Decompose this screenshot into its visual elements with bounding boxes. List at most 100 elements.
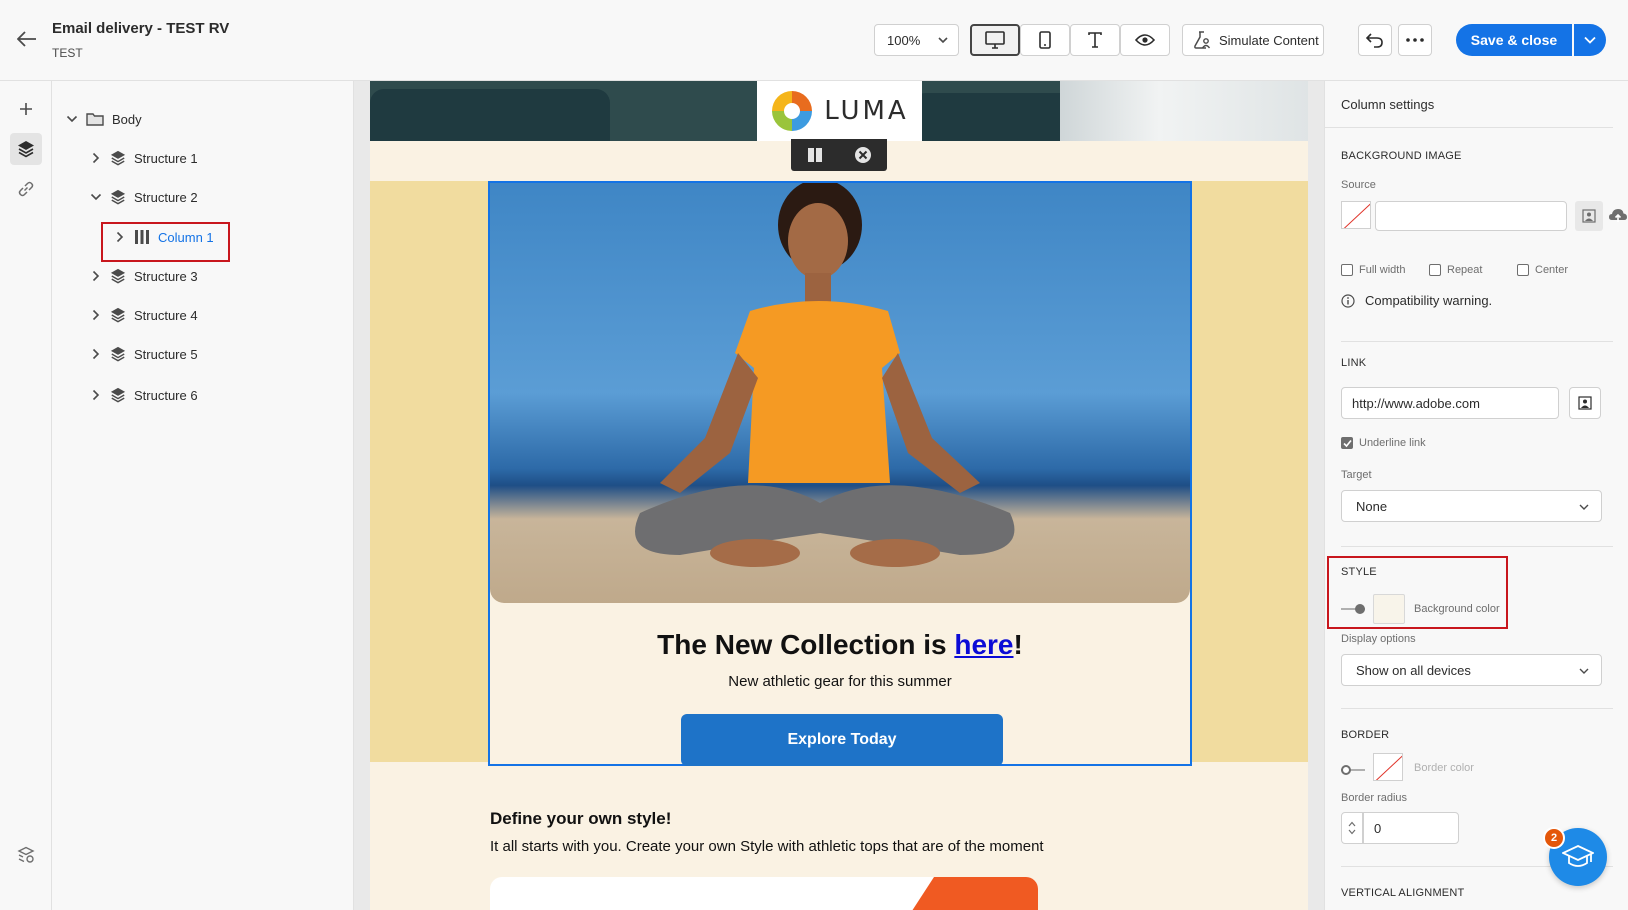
border-radius-input[interactable]: 0 xyxy=(1363,812,1459,844)
subheadline: New athletic gear for this summer xyxy=(728,673,952,690)
tree-item-structure-3[interactable]: Structure 3 xyxy=(90,264,198,288)
columns-icon[interactable] xyxy=(807,147,823,163)
image-picker-icon xyxy=(1582,209,1596,223)
info-icon xyxy=(1341,293,1355,308)
tree-item-label: Structure 3 xyxy=(134,268,198,284)
layers-icon xyxy=(110,346,126,362)
desktop-view-button[interactable] xyxy=(970,24,1020,56)
source-label: Source xyxy=(1341,179,1376,191)
panel-title: Column settings xyxy=(1341,97,1435,112)
chevron-up-icon[interactable] xyxy=(1348,821,1356,827)
column-1-highlight xyxy=(101,222,230,262)
border-color-toggle[interactable] xyxy=(1341,763,1365,777)
chevron-down-icon[interactable] xyxy=(1348,829,1356,835)
full-width-label: Full width xyxy=(1359,264,1406,276)
source-input[interactable] xyxy=(1375,201,1567,231)
link-heading: LINK xyxy=(1341,357,1367,369)
section-body: It all starts with you. Create your own … xyxy=(490,838,1044,855)
checkmark-icon xyxy=(1343,439,1352,448)
repeat-label: Repeat xyxy=(1447,264,1483,276)
layers-settings-button[interactable] xyxy=(10,839,42,871)
headline-link[interactable]: here xyxy=(954,629,1013,660)
chevron-down-icon xyxy=(66,115,78,123)
mobile-icon xyxy=(1039,31,1051,49)
chevron-down-icon xyxy=(1579,668,1589,674)
explore-today-button[interactable]: Explore Today xyxy=(681,714,1003,766)
underline-link-label: Underline link xyxy=(1359,437,1426,449)
background-image-swatch[interactable] xyxy=(1341,201,1371,229)
product-card[interactable] xyxy=(490,877,1038,910)
tree-item-structure-4[interactable]: Structure 4 xyxy=(90,303,198,327)
text-view-button[interactable] xyxy=(1070,24,1120,56)
border-radius-stepper[interactable] xyxy=(1341,812,1363,844)
tree-item-structure-1[interactable]: Structure 1 xyxy=(90,146,198,170)
undo-button[interactable] xyxy=(1358,24,1392,56)
style-section-highlight xyxy=(1327,556,1508,629)
headline: The New Collection is here! xyxy=(490,629,1190,661)
hero-photo[interactable] xyxy=(490,183,1190,603)
luma-logo[interactable]: LUMA xyxy=(757,81,922,141)
center-checkbox[interactable]: Center xyxy=(1517,264,1568,276)
tree-item-label: Structure 2 xyxy=(134,189,198,205)
links-button[interactable] xyxy=(10,173,42,205)
zoom-value: 100% xyxy=(887,32,921,48)
ellipsis-icon xyxy=(1406,38,1424,42)
tree-item-label: Body xyxy=(112,111,142,127)
full-width-checkbox[interactable]: Full width xyxy=(1341,264,1405,276)
add-component-button[interactable] xyxy=(10,93,42,125)
layers-icon xyxy=(110,307,126,323)
compatibility-warning[interactable]: Compatibility warning. xyxy=(1341,293,1492,308)
display-options-select[interactable]: Show on all devices xyxy=(1341,654,1602,686)
chevron-down-icon xyxy=(938,37,948,44)
luma-logo-icon xyxy=(772,91,813,131)
close-circle-icon[interactable] xyxy=(854,146,872,164)
page-title: Email delivery - TEST RV xyxy=(52,20,230,37)
layers-button[interactable] xyxy=(10,133,42,165)
chevron-down-icon xyxy=(1579,504,1589,510)
headline-text: The New Collection is xyxy=(657,629,955,660)
tree-item-body[interactable]: Body xyxy=(66,107,142,131)
more-actions-button[interactable] xyxy=(1398,24,1432,56)
logo-wordmark: LUMA xyxy=(824,96,909,126)
upload-cloud-icon[interactable] xyxy=(1608,207,1628,223)
target-select[interactable]: None xyxy=(1341,490,1602,522)
mobile-view-button[interactable] xyxy=(1020,24,1070,56)
tree-item-structure-2[interactable]: Structure 2 xyxy=(90,185,198,209)
desktop-icon xyxy=(985,31,1005,49)
tree-item-structure-6[interactable]: Structure 6 xyxy=(90,383,198,407)
chevron-right-icon xyxy=(92,270,100,282)
graduation-cap-icon xyxy=(1562,845,1594,867)
text-icon xyxy=(1088,32,1102,48)
yoga-woman-image xyxy=(635,183,1015,567)
underline-link-checkbox[interactable]: Underline link xyxy=(1341,437,1426,449)
compatibility-warning-text: Compatibility warning. xyxy=(1365,293,1493,308)
link-personalize-button[interactable] xyxy=(1569,387,1601,419)
left-rail xyxy=(0,81,52,910)
layers-icon xyxy=(110,387,126,403)
flask-user-icon xyxy=(1194,31,1211,49)
preview-button[interactable] xyxy=(1120,24,1170,56)
save-close-button[interactable]: Save & close xyxy=(1456,24,1572,56)
link-icon xyxy=(18,181,34,197)
vertical-alignment-heading: VERTICAL ALIGNMENT xyxy=(1341,887,1465,899)
eye-icon xyxy=(1135,34,1155,46)
tree-item-label: Structure 6 xyxy=(134,387,198,403)
column-toolbar xyxy=(791,139,887,171)
column-settings-panel: Column settings BACKGROUND IMAGE Source … xyxy=(1324,81,1628,910)
target-value: None xyxy=(1356,498,1388,514)
border-color-swatch[interactable] xyxy=(1373,753,1403,781)
zoom-select[interactable]: 100% xyxy=(874,24,959,56)
tree-item-label: Structure 1 xyxy=(134,150,198,166)
back-arrow-icon[interactable] xyxy=(14,26,40,52)
chevron-down-icon xyxy=(90,193,102,201)
repeat-checkbox[interactable]: Repeat xyxy=(1429,264,1482,276)
simulate-content-button[interactable]: Simulate Content xyxy=(1182,24,1324,56)
link-input[interactable]: http://www.adobe.com xyxy=(1341,387,1559,419)
tree-item-label: Structure 4 xyxy=(134,307,198,323)
save-options-button[interactable] xyxy=(1574,24,1606,56)
layer-settings-icon xyxy=(17,846,35,863)
top-header: Email delivery - TEST RV TEST 100% Simul… xyxy=(0,0,1628,81)
tree-item-structure-5[interactable]: Structure 5 xyxy=(90,342,198,366)
notification-badge: 2 xyxy=(1543,827,1565,849)
asset-picker-button[interactable] xyxy=(1575,201,1603,231)
